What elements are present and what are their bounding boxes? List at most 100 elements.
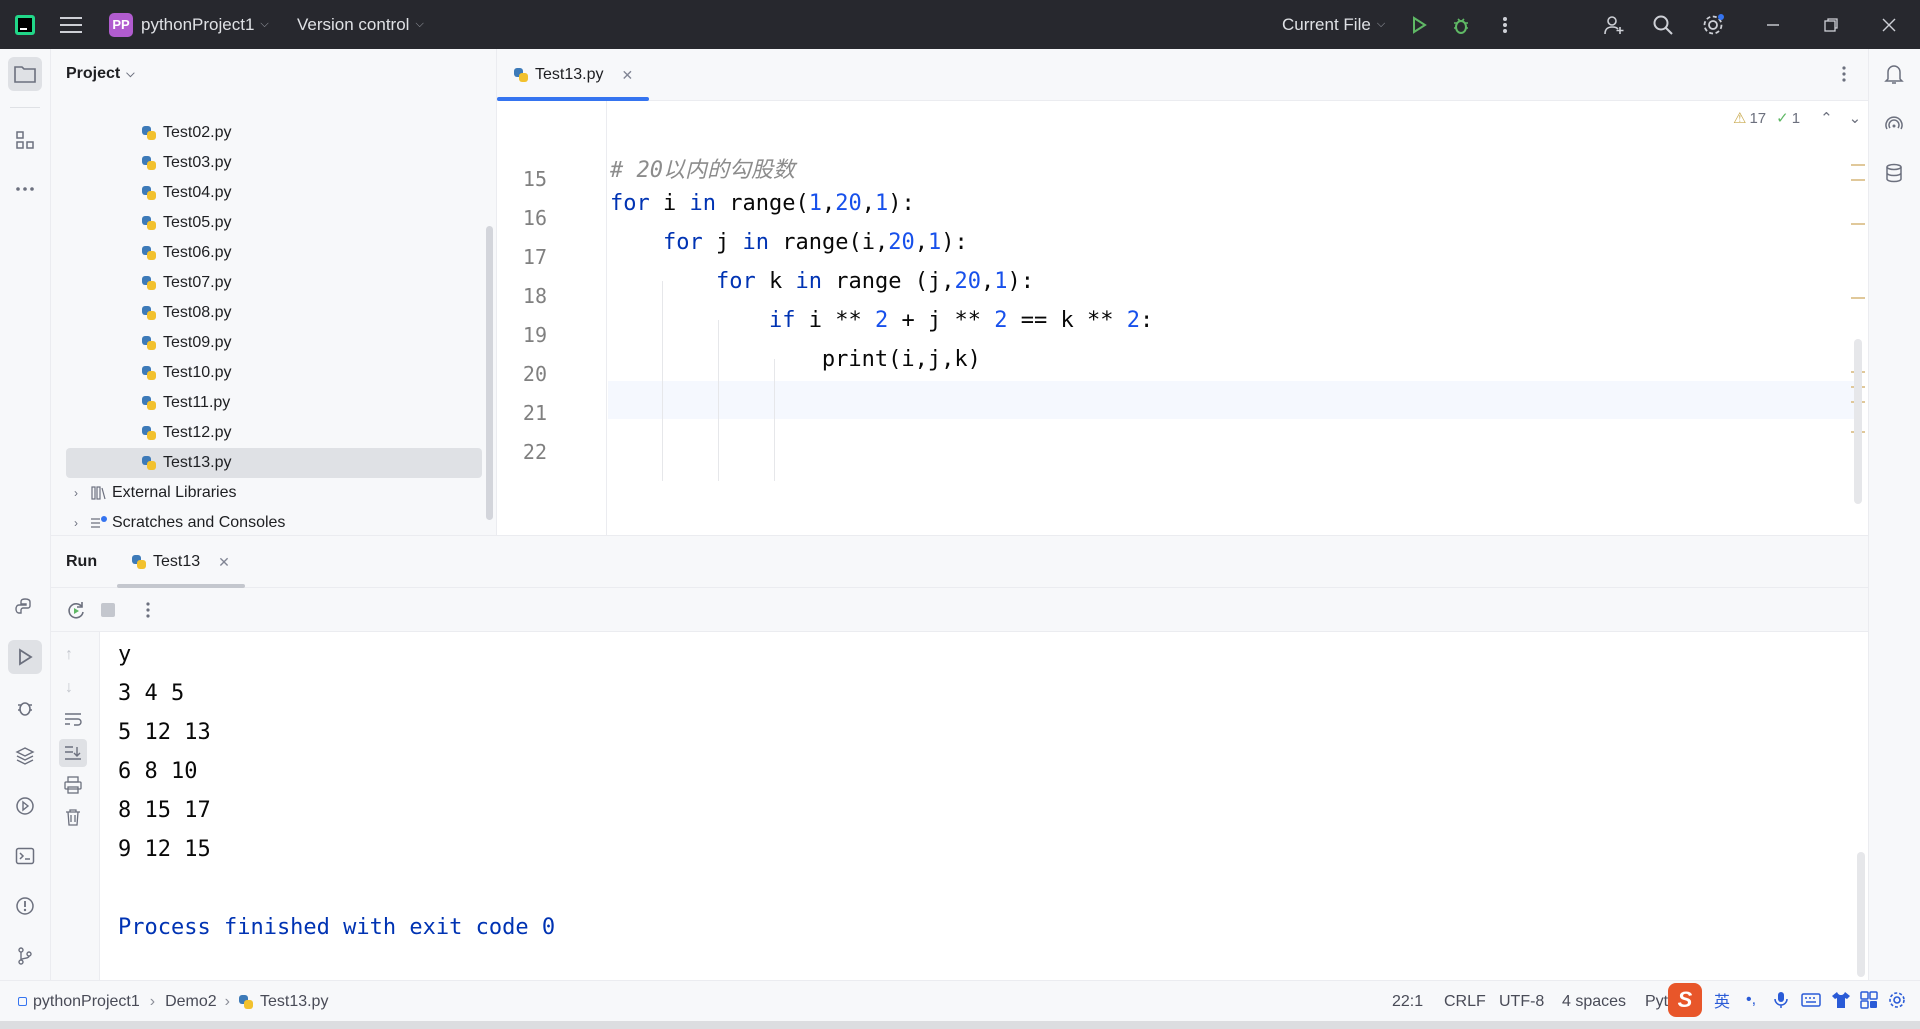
ime-settings-icon[interactable]: [1886, 989, 1908, 1011]
error-stripe-marker[interactable]: [1851, 179, 1865, 181]
main-menu-icon[interactable]: [60, 0, 82, 49]
add-user-icon[interactable]: [1601, 12, 1627, 38]
editor-scrollbar[interactable]: [1854, 339, 1862, 504]
print-icon[interactable]: [63, 776, 83, 799]
git-branch-icon[interactable]: [8, 939, 42, 973]
identifier-token: i: [901, 347, 915, 372]
tree-file-test09[interactable]: Test09.py: [66, 328, 482, 358]
run-icon[interactable]: [1406, 12, 1432, 38]
tab-close-icon[interactable]: ✕: [621, 67, 633, 84]
project-switcher[interactable]: PP pythonProject1 ⌵: [109, 0, 269, 49]
error-stripe-marker[interactable]: [1851, 297, 1865, 299]
services-icon[interactable]: [8, 789, 42, 823]
breadcrumb-folder[interactable]: Demo2: [165, 993, 217, 1011]
error-stripe-marker[interactable]: [1851, 164, 1865, 166]
close-icon[interactable]: [1876, 12, 1902, 38]
run-tab-close-icon[interactable]: ✕: [218, 554, 230, 571]
project-folder-icon[interactable]: [8, 57, 42, 91]
down-arrow-icon[interactable]: ↓: [65, 679, 73, 697]
scroll-to-end-icon[interactable]: [59, 739, 87, 767]
skin-shirt-icon[interactable]: [1830, 989, 1852, 1011]
breadcrumb-file[interactable]: Test13.py: [260, 993, 328, 1011]
rerun-icon[interactable]: [65, 599, 87, 626]
tree-file-test04[interactable]: Test04.py: [66, 178, 482, 208]
line-separator[interactable]: CRLF: [1444, 981, 1486, 1022]
minimize-icon[interactable]: [1760, 12, 1786, 38]
version-control-menu[interactable]: Version control ⌵: [297, 0, 424, 49]
python-file-icon: [131, 554, 147, 570]
tree-scratches-consoles[interactable]: › Scratches and Consoles: [66, 508, 482, 538]
search-icon[interactable]: [1650, 12, 1676, 38]
identifier-token: j: [927, 347, 942, 372]
tree-file-test08[interactable]: Test08.py: [66, 298, 482, 328]
notifications-bell-icon[interactable]: [1877, 57, 1911, 91]
tree-file-test10[interactable]: Test10.py: [66, 358, 482, 388]
more-vertical-icon[interactable]: [1492, 12, 1518, 38]
run-config-selector[interactable]: Current File ⌵: [1282, 0, 1385, 49]
file-encoding[interactable]: UTF-8: [1499, 981, 1544, 1022]
indent-setting[interactable]: 4 spaces: [1562, 981, 1626, 1022]
restore-icon[interactable]: [1818, 12, 1844, 38]
caret-position[interactable]: 22:1: [1392, 981, 1423, 1022]
settings-gear-icon[interactable]: [1700, 12, 1726, 38]
ime-punctuation-icon[interactable]: •,: [1740, 989, 1762, 1011]
more-horizontal-icon[interactable]: [8, 172, 42, 206]
python-file-icon: [141, 275, 157, 291]
code-line-19[interactable]: for k in range (j,20,1):: [610, 269, 1034, 294]
editor-more-icon[interactable]: [1841, 65, 1847, 88]
tree-file-test13-selected[interactable]: Test13.py: [66, 448, 482, 478]
python-file-icon: [141, 245, 157, 261]
python-file-icon: [141, 395, 157, 411]
run-tab-test13[interactable]: Test13 ✕: [131, 536, 230, 588]
python-file-icon: [141, 335, 157, 351]
project-panel-header[interactable]: Project ⌵: [66, 65, 135, 83]
next-highlight-icon[interactable]: ⌄: [1849, 109, 1862, 127]
tree-file-test11[interactable]: Test11.py: [66, 388, 482, 418]
code-line-17[interactable]: for i in range(1,20,1):: [610, 191, 915, 216]
code-line-16[interactable]: # 20以内的勾股数: [610, 152, 795, 184]
ime-logo-icon[interactable]: S: [1668, 983, 1702, 1017]
database-icon[interactable]: [1877, 156, 1911, 190]
previous-highlight-icon[interactable]: ⌃: [1820, 109, 1833, 127]
trash-icon[interactable]: [64, 808, 82, 831]
tab-test13[interactable]: Test13.py ✕: [513, 49, 633, 101]
ime-language-toggle[interactable]: 英: [1711, 989, 1733, 1011]
problems-icon[interactable]: [8, 889, 42, 923]
python-console-icon[interactable]: [8, 590, 42, 624]
tree-file-test05[interactable]: Test05.py: [66, 208, 482, 238]
console-scrollbar[interactable]: [1857, 852, 1865, 977]
code-line-18[interactable]: for j in range(i,20,1):: [610, 230, 968, 255]
terminal-icon[interactable]: [8, 839, 42, 873]
debug-tool-icon[interactable]: [8, 690, 42, 724]
tree-file-test07[interactable]: Test07.py: [66, 268, 482, 298]
line-number: 15: [522, 167, 547, 191]
run-tool-icon[interactable]: [8, 640, 42, 674]
toolbox-grid-icon[interactable]: [1858, 989, 1880, 1011]
structure-icon[interactable]: [8, 123, 42, 157]
stop-icon[interactable]: [101, 603, 115, 617]
pycharm-logo-icon[interactable]: [14, 0, 36, 49]
soft-wrap-icon[interactable]: [63, 710, 83, 733]
debug-icon[interactable]: [1448, 12, 1474, 38]
tree-file-test02[interactable]: Test02.py: [66, 118, 482, 148]
code-token: ,: [941, 269, 955, 294]
project-scrollbar[interactable]: [486, 226, 493, 520]
code-line-21[interactable]: print(i,j,k): [610, 347, 981, 372]
breadcrumb-project[interactable]: pythonProject1: [33, 993, 140, 1011]
chevron-down-icon: ⌵: [415, 18, 424, 30]
tree-file-test03[interactable]: Test03.py: [66, 148, 482, 178]
up-arrow-icon[interactable]: ↑: [65, 646, 73, 664]
layers-icon[interactable]: [8, 739, 42, 773]
microphone-icon[interactable]: [1770, 989, 1792, 1011]
tree-file-test06[interactable]: Test06.py: [66, 238, 482, 268]
inspection-widget[interactable]: ⚠ 17 ✓ 1 ⌃ ⌄: [1733, 109, 1862, 128]
code-line-20[interactable]: if i ** 2 + j ** 2 == k ** 2:: [610, 308, 1153, 333]
error-stripe-marker[interactable]: [1851, 223, 1865, 225]
keyword-token: in: [689, 191, 717, 216]
tree-file-test12[interactable]: Test12.py: [66, 418, 482, 448]
keyboard-icon[interactable]: [1800, 989, 1822, 1011]
run-more-icon[interactable]: [145, 601, 151, 624]
tree-external-libraries[interactable]: › External Libraries: [66, 478, 482, 508]
ai-assistant-icon[interactable]: [1877, 107, 1911, 141]
